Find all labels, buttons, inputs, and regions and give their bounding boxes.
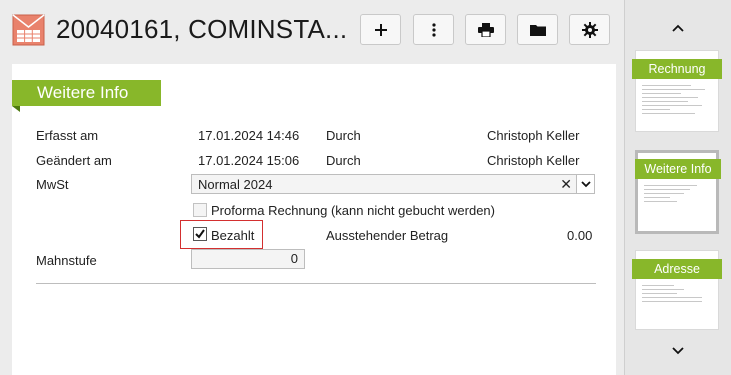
thumbnail-label: Weitere Info: [635, 159, 721, 179]
mwst-label: MwSt: [36, 177, 69, 192]
thumbnail-preview: [642, 285, 712, 305]
add-button[interactable]: [360, 14, 401, 45]
ausstehend-value: 0.00: [567, 228, 593, 243]
chevron-up-icon[interactable]: [667, 20, 689, 36]
thumbnail-adresse[interactable]: Adresse: [632, 250, 722, 330]
mahnstufe-input[interactable]: 0: [191, 249, 305, 269]
page-navigator: Rechnung Weitere Info Adresse: [624, 0, 731, 375]
erfasst-label: Erfasst am: [36, 128, 99, 143]
erfasst-durch-value: Christoph Keller: [487, 128, 580, 143]
thumbnail-label: Adresse: [632, 259, 722, 279]
settings-button[interactable]: [569, 14, 610, 45]
mwst-value: Normal 2024: [198, 177, 273, 192]
mahnstufe-label: Mahnstufe: [36, 253, 97, 268]
clear-icon[interactable]: ✕: [560, 176, 572, 193]
checkmark-icon: [195, 229, 205, 239]
geaendert-durch-value: Christoph Keller: [487, 153, 580, 168]
proforma-label: Proforma Rechnung (kann nicht gebucht we…: [211, 203, 495, 218]
thumbnail-rechnung[interactable]: Rechnung: [632, 50, 722, 132]
thumbnail-label: Rechnung: [632, 59, 722, 79]
vertical-dots-icon: [431, 22, 436, 37]
thumbnail-preview: [644, 185, 710, 205]
thumbnail-preview: [642, 85, 712, 117]
folder-button[interactable]: [517, 14, 558, 45]
mwst-select[interactable]: Normal 2024 ✕: [191, 174, 595, 194]
print-button[interactable]: [465, 14, 506, 45]
chevron-down-icon[interactable]: [576, 175, 594, 193]
page-title: 20040161, COMINSTA...: [56, 14, 348, 44]
geaendert-durch-label: Durch: [326, 153, 361, 168]
erfasst-date: 17.01.2024 14:46: [198, 128, 300, 143]
chevron-down-icon[interactable]: [667, 343, 689, 359]
plus-icon: [374, 23, 387, 36]
bezahlt-label: Bezahlt: [211, 228, 255, 243]
thumbnail-weitere-info[interactable]: Weitere Info: [635, 150, 721, 234]
main-panel: Weitere Info Erfasst am 17.01.2024 14:46…: [12, 64, 616, 375]
geaendert-date: 17.01.2024 15:06: [198, 153, 300, 168]
header-bar: 20040161, COMINSTA...: [0, 0, 624, 62]
ausstehend-label: Ausstehender Betrag: [326, 228, 449, 243]
bezahlt-checkbox[interactable]: [193, 227, 207, 241]
gear-icon: [581, 21, 598, 38]
folder-icon: [529, 24, 546, 36]
mail-calendar-icon: [12, 14, 45, 46]
divider: [36, 283, 596, 284]
geaendert-label: Geändert am: [36, 153, 112, 168]
more-button[interactable]: [413, 14, 454, 45]
section-title: Weitere Info: [12, 80, 161, 112]
erfasst-durch-label: Durch: [326, 128, 361, 143]
printer-icon: [477, 22, 494, 37]
proforma-checkbox[interactable]: [193, 203, 207, 217]
